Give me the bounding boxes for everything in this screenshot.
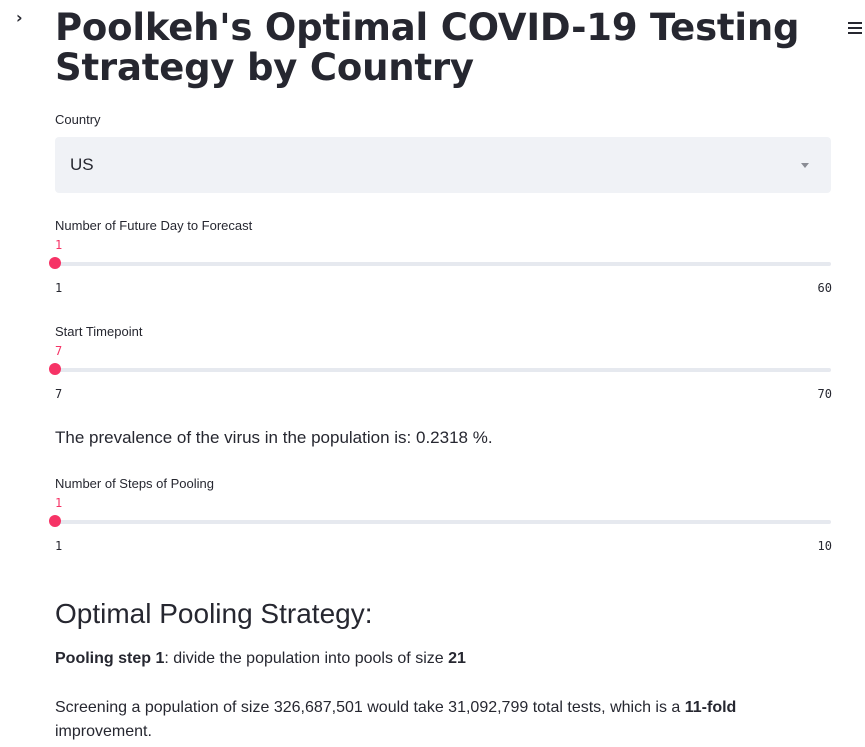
forecast-slider-value: 1 — [55, 238, 63, 252]
screening-description: Screening a population of size 326,687,5… — [55, 699, 685, 716]
page-title: Poolkeh's Optimal COVID-19 Testing Strat… — [55, 6, 800, 89]
timepoint-slider-min: 7 — [55, 387, 63, 401]
chevron-down-icon[interactable] — [801, 163, 809, 168]
forecast-slider-max: 60 — [817, 281, 832, 295]
pooling-slider-max: 10 — [817, 539, 832, 553]
pooling-step-label: Pooling step 1 — [55, 650, 165, 667]
hamburger-menu-icon[interactable] — [848, 22, 862, 34]
screening-result-text: Screening a population of size 326,687,5… — [55, 696, 835, 744]
pooling-step-description: : divide the population into pools of si… — [164, 650, 449, 667]
country-select[interactable]: US — [55, 137, 831, 193]
forecast-slider-label: Number of Future Day to Forecast — [55, 218, 253, 233]
country-label: Country — [55, 112, 101, 127]
pooling-slider-min: 1 — [55, 539, 63, 553]
timepoint-slider[interactable] — [49, 363, 831, 375]
pooling-slider[interactable] — [49, 515, 831, 527]
timepoint-slider-label: Start Timepoint — [55, 324, 143, 339]
forecast-slider-min: 1 — [55, 281, 63, 295]
pool-size-value: 21 — [448, 650, 466, 667]
timepoint-slider-thumb[interactable] — [49, 363, 61, 375]
prevalence-text: The prevalence of the virus in the popul… — [55, 428, 493, 447]
forecast-slider-thumb[interactable] — [49, 257, 61, 269]
chevron-right-icon[interactable]: › — [16, 10, 30, 26]
pooling-step-text: Pooling step 1: divide the population in… — [55, 650, 466, 668]
screening-end: improvement. — [55, 723, 152, 740]
pooling-slider-thumb[interactable] — [49, 515, 61, 527]
timepoint-slider-max: 70 — [817, 387, 832, 401]
pooling-slider-value: 1 — [55, 496, 63, 510]
pooling-slider-label: Number of Steps of Pooling — [55, 476, 214, 491]
result-heading: Optimal Pooling Strategy: — [55, 598, 373, 629]
country-select-value: US — [70, 155, 94, 174]
forecast-slider[interactable] — [49, 257, 831, 269]
fold-improvement-value: 11-fold — [684, 699, 737, 716]
timepoint-slider-value: 7 — [55, 344, 63, 358]
